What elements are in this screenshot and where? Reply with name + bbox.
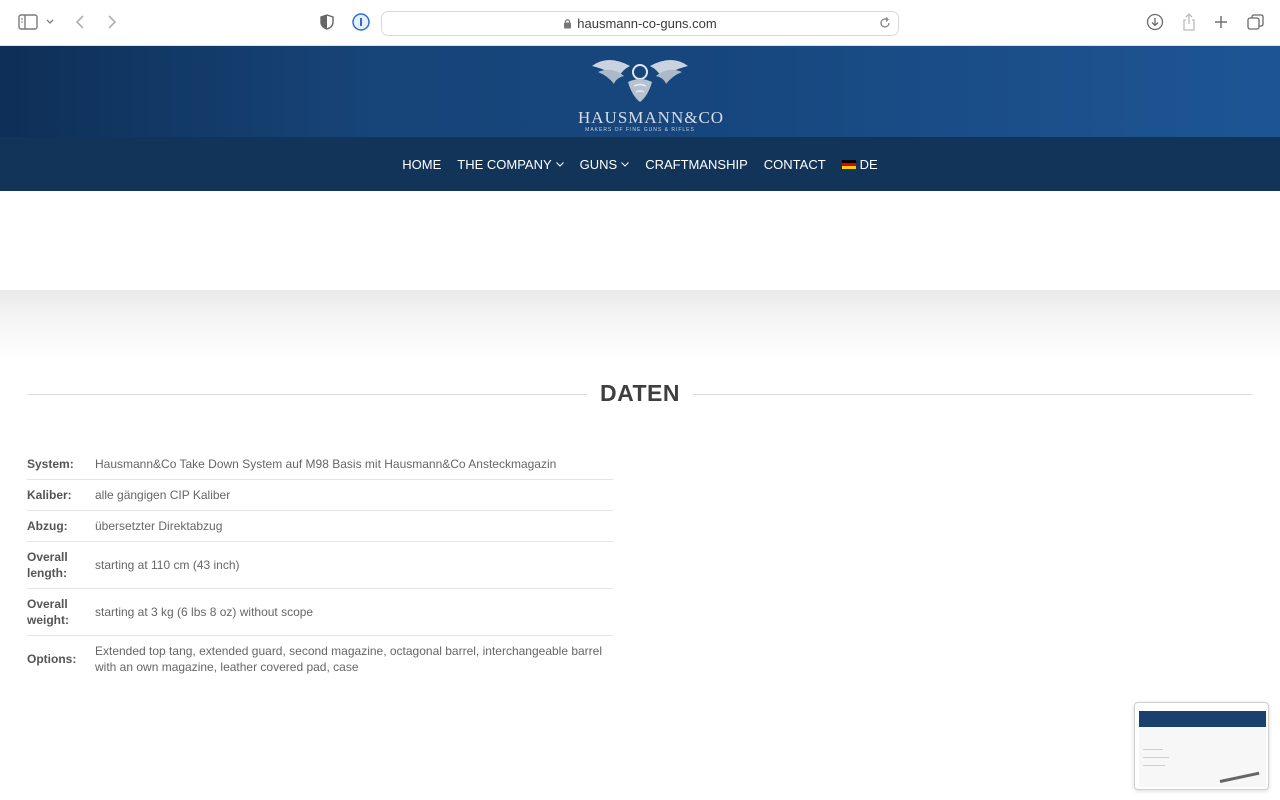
- page-preview-thumbnail[interactable]: [1134, 702, 1269, 790]
- table-row: Overall length: starting at 110 cm (43 i…: [27, 541, 613, 589]
- section-title: DATEN: [587, 380, 692, 406]
- chevron-down-icon: [621, 161, 630, 167]
- nav-item-the-company[interactable]: THE COMPANY: [457, 156, 564, 172]
- table-row: System: Hausmann&Co Take Down System auf…: [27, 449, 613, 480]
- main-navigation: HOME THE COMPANY GUNS CRAFTMANSHIP CONTA…: [0, 137, 1280, 191]
- nav-item-label: CONTACT: [763, 156, 826, 172]
- nav-item-guns[interactable]: GUNS: [580, 157, 630, 172]
- site-header: HAUSMANN&CO MAKERS OF FINE GUNS & RIFLES…: [0, 46, 1280, 191]
- chevron-down-icon[interactable]: [44, 11, 56, 33]
- share-icon[interactable]: [1180, 11, 1198, 33]
- lock-icon: [564, 19, 572, 29]
- browser-toolbar: hausmann-co-guns.com: [0, 0, 1280, 46]
- logo-tagline: MAKERS OF FINE GUNS & RIFLES: [585, 127, 695, 133]
- back-icon[interactable]: [72, 11, 88, 33]
- spec-key: Kaliber:: [27, 479, 95, 511]
- reload-icon[interactable]: [878, 16, 892, 30]
- nav-item-craftmanship[interactable]: CRAFTMANSHIP: [645, 157, 748, 172]
- spec-key: System:: [27, 449, 95, 480]
- specs-table: System: Hausmann&Co Take Down System auf…: [27, 449, 613, 682]
- language-switch-de[interactable]: DE: [841, 156, 878, 172]
- thumbnail-header: [1139, 711, 1266, 727]
- table-row: Abzug: übersetzter Direktabzug: [27, 510, 613, 542]
- language-label: DE: [859, 156, 878, 172]
- site-logo[interactable]: HAUSMANN&CO MAKERS OF FINE GUNS & RIFLES: [578, 52, 725, 134]
- spec-value: starting at 3 kg (6 lbs 8 oz) without sc…: [95, 588, 613, 636]
- thumbnail-rifle-image: [1216, 757, 1260, 783]
- logo-wordmark: HAUSMANN&CO: [578, 108, 725, 127]
- downloads-icon[interactable]: [1145, 11, 1165, 33]
- crest-icon: [592, 60, 688, 102]
- nav-item-label: GUNS: [579, 156, 618, 172]
- address-bar[interactable]: hausmann-co-guns.com: [381, 11, 899, 36]
- spec-value: Hausmann&Co Take Down System auf M98 Bas…: [95, 449, 613, 480]
- section-heading: DATEN: [27, 380, 1253, 408]
- spec-value: Extended top tang, extended guard, secon…: [95, 644, 603, 674]
- spec-value: alle gängigen CIP Kaliber: [95, 479, 613, 511]
- tab-overview-icon[interactable]: [1245, 11, 1265, 33]
- url-text: hausmann-co-guns.com: [577, 16, 717, 31]
- spec-value: übersetzter Direktabzug: [95, 510, 613, 542]
- spec-key: Overall weight:: [27, 588, 95, 636]
- nav-item-home[interactable]: HOME: [402, 157, 441, 172]
- sidebar-toggle-icon[interactable]: [17, 11, 39, 33]
- forward-icon[interactable]: [104, 11, 120, 33]
- table-row: Options: Extended top tang, extended gua…: [27, 636, 613, 683]
- table-row: Overall weight: starting at 3 kg (6 lbs …: [27, 588, 613, 636]
- nav-item-label: CRAFTMANSHIP: [645, 156, 748, 172]
- nav-item-label: HOME: [402, 156, 442, 172]
- spec-key: Overall length:: [27, 541, 95, 589]
- chevron-down-icon: [555, 161, 564, 167]
- section-divider-shadow: [0, 290, 1280, 360]
- german-flag-icon: [841, 159, 856, 169]
- spec-key: Abzug:: [27, 510, 95, 542]
- spec-value: starting at 110 cm (43 inch): [95, 541, 613, 589]
- thumbnail-body: [1139, 727, 1266, 787]
- nav-item-label: THE COMPANY: [457, 156, 552, 172]
- privacy-shield-icon[interactable]: [318, 11, 336, 33]
- table-row: Kaliber: alle gängigen CIP Kaliber: [27, 479, 613, 511]
- password-manager-icon[interactable]: [351, 11, 371, 33]
- spec-key: Options:: [27, 652, 77, 666]
- new-tab-icon[interactable]: [1212, 11, 1230, 33]
- nav-item-contact[interactable]: CONTACT: [764, 157, 826, 172]
